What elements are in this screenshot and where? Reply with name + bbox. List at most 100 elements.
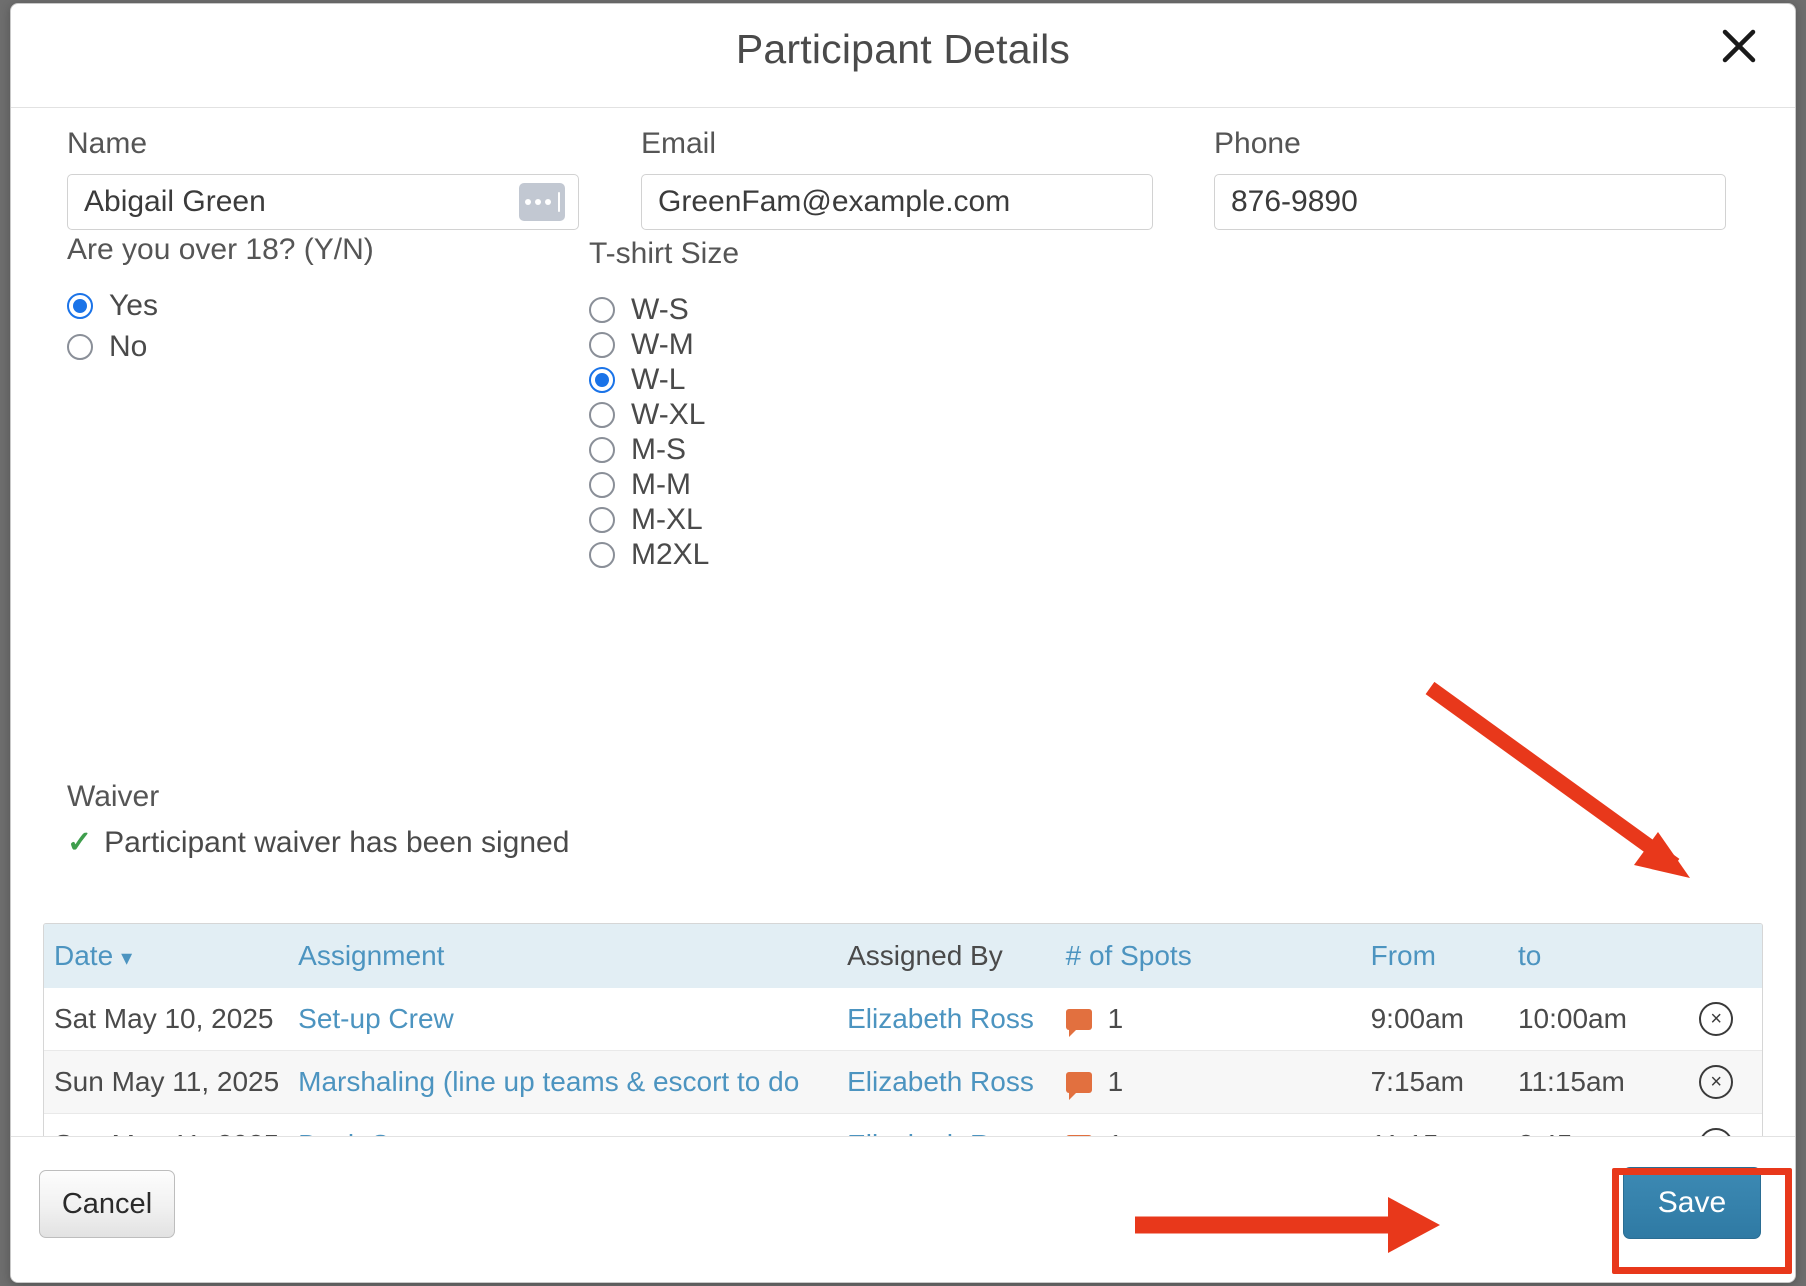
tshirt-radio-w-m[interactable] (589, 331, 615, 358)
tshirt-radio-list: W-S W-M W-L W-XL M-S M-M M-XL M2XL (589, 292, 1009, 572)
column-header-to[interactable]: to (1518, 924, 1670, 988)
column-header-actions (1670, 924, 1762, 988)
assigned-by-link[interactable]: Elizabeth Ross (847, 1066, 1034, 1097)
participant-details-dialog: Participant Details Name Abigail Green E… (10, 3, 1796, 1283)
ellipsis-icon[interactable] (519, 183, 565, 221)
cell-spots: 1 (1065, 988, 1371, 1051)
column-header-from[interactable]: From (1371, 924, 1518, 988)
tshirt-question-group: T-shirt Size W-S W-M W-L W-XL M-S M-M M-XL M2XL (589, 234, 1009, 572)
spots-cell-inner: 1 (1065, 1003, 1371, 1037)
remove-button-wrap: × (1670, 1002, 1762, 1036)
name-field-group: Name (67, 126, 579, 230)
tshirt-option-w-s[interactable]: W-S (589, 292, 689, 327)
tshirt-radio-m-m[interactable] (589, 471, 615, 498)
tshirt-radio-w-xl[interactable] (589, 401, 615, 428)
waiver-section: Waiver ✓ Participant waiver has been sig… (67, 780, 569, 860)
remove-button-wrap: × (1670, 1065, 1762, 1099)
cell-to: 10:00am (1517, 1003, 1627, 1034)
name-input[interactable] (67, 174, 579, 230)
tshirt-label-w-xl: W-XL (631, 397, 706, 431)
tshirt-radio-m-xl[interactable] (589, 506, 615, 533)
column-header-date[interactable]: Date ▾ (44, 924, 298, 988)
table-header-row: Date ▾ Assignment Assigned By # of Spots … (44, 924, 1762, 988)
dialog-header: Participant Details (11, 4, 1795, 108)
tshirt-option-m-s[interactable]: M-S (589, 432, 686, 467)
column-header-assignment[interactable]: Assignment (298, 924, 847, 988)
tshirt-option-w-l[interactable]: W-L (589, 362, 685, 397)
remove-circle-icon[interactable]: × (1699, 1065, 1734, 1099)
over18-question-group: Are you over 18? (Y/N) Yes No (67, 230, 587, 370)
cancel-button[interactable]: Cancel (39, 1170, 175, 1238)
tshirt-option-m-m[interactable]: M-M (589, 467, 691, 502)
tshirt-label-m-s: M-S (631, 432, 686, 466)
waiver-status-line: ✓ Participant waiver has been signed (67, 826, 569, 860)
tshirt-radio-m2xl[interactable] (589, 541, 615, 568)
name-input-wrap (67, 174, 579, 230)
cell-date: Sat May 10, 2025 (54, 1003, 274, 1034)
remove-circle-icon[interactable]: × (1699, 1002, 1734, 1036)
tshirt-radio-m-s[interactable] (589, 436, 615, 463)
cell-date: Sun May 11, 2025 (44, 1050, 299, 1114)
phone-input-wrap (1214, 174, 1726, 230)
phone-label: Phone (1214, 127, 1301, 160)
comment-icon[interactable] (1065, 1008, 1092, 1037)
email-input[interactable] (641, 174, 1153, 230)
tshirt-label-w-l: W-L (631, 362, 686, 396)
dialog-title: Participant Details (735, 26, 1071, 72)
email-field-group: Email (641, 126, 1153, 230)
cell-from: 7:15am (1370, 1050, 1518, 1114)
screen-root: Participant Details Name Abigail Green E… (0, 0, 1806, 1286)
cell-from: 9:00am (1370, 1003, 1464, 1034)
email-input-wrap (641, 174, 1153, 230)
over18-radio-list: Yes No (67, 288, 587, 364)
tshirt-label: T-shirt Size (589, 237, 740, 270)
chevron-down-icon: ▾ (121, 945, 133, 970)
tshirt-label-m2xl: M2XL (631, 537, 710, 571)
over18-option-yes[interactable]: Yes (67, 288, 158, 323)
tshirt-option-w-xl[interactable]: W-XL (589, 397, 705, 432)
table-row: Sun May 11, 2025 Marshaling (line up team… (44, 1050, 1762, 1114)
cell-actions: × (1670, 988, 1762, 1051)
cell-assigned-by: Elizabeth Ross (847, 1050, 1066, 1114)
name-label: Name (67, 127, 148, 160)
save-button[interactable]: Save (1623, 1167, 1761, 1239)
tshirt-radio-w-s[interactable] (589, 296, 615, 323)
column-header-assigned-by[interactable]: Assigned By (847, 924, 1066, 988)
dialog-footer: Cancel Save (11, 1136, 1795, 1282)
tshirt-label-m-m: M-M (631, 467, 691, 501)
tshirt-option-m-xl[interactable]: M-XL (589, 502, 703, 537)
tshirt-label-m-xl: M-XL (631, 502, 703, 536)
phone-input[interactable] (1214, 174, 1726, 230)
tshirt-option-w-m[interactable]: W-M (589, 327, 694, 362)
assigned-by-link[interactable]: Elizabeth Ross (847, 1003, 1034, 1034)
over18-label-yes: Yes (109, 288, 158, 322)
spots-cell-inner: 1 (1065, 1066, 1371, 1100)
over18-radio-no[interactable] (67, 333, 93, 360)
waiver-status-text: Participant waiver has been signed (104, 826, 570, 859)
assignment-link[interactable]: Set-up Crew (298, 1003, 454, 1034)
tshirt-option-m2xl[interactable]: M2XL (589, 537, 709, 572)
close-icon[interactable] (1713, 20, 1765, 72)
column-header-spots[interactable]: # of Spots (1066, 924, 1371, 988)
email-label: Email (641, 127, 717, 160)
cell-assignment: Marshaling (line up teams & escort to do (298, 1050, 848, 1114)
comment-icon[interactable] (1065, 1071, 1092, 1100)
assignment-link[interactable]: Marshaling (line up teams & escort to do (298, 1066, 799, 1097)
tshirt-label-w-s: W-S (631, 292, 689, 326)
cell-assignment: Set-up Crew (298, 988, 847, 1051)
check-icon: ✓ (67, 826, 93, 859)
spots-value: 1 (1107, 1003, 1124, 1034)
over18-label: Are you over 18? (Y/N) (67, 233, 374, 266)
spots-value: 1 (1107, 1066, 1124, 1097)
contact-fields-row: Name Email Phone (11, 126, 1795, 246)
cell-assigned-by: Elizabeth Ross (847, 988, 1066, 1051)
over18-radio-yes[interactable] (67, 292, 93, 319)
over18-option-no[interactable]: No (67, 329, 147, 364)
table-row: Sat May 10, 2025 Set-up Crew Elizabeth Ros… (44, 988, 1762, 1051)
cell-spots: 1 (1065, 1050, 1371, 1114)
table-head: Date ▾ Assignment Assigned By # of Spots … (44, 924, 1762, 988)
tshirt-radio-w-l[interactable] (589, 366, 615, 393)
tshirt-label-w-m: W-M (631, 327, 694, 361)
waiver-label: Waiver (67, 780, 160, 813)
column-header-date-label: Date (54, 940, 114, 971)
